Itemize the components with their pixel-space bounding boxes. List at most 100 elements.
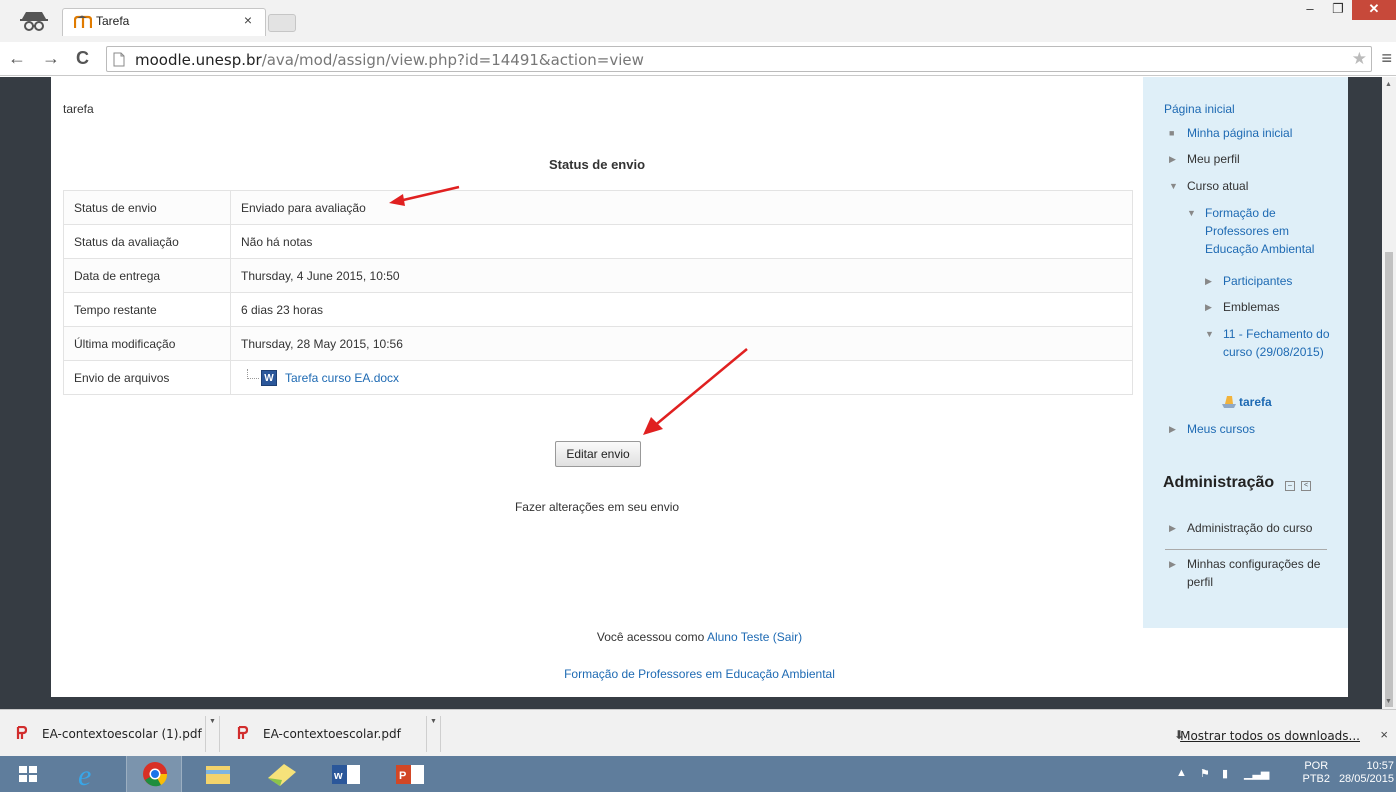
activity-name: tarefa [63,102,94,116]
page-scrollbar[interactable]: ▲ ▼ [1382,77,1396,709]
collapse-block-icon[interactable]: – [1285,480,1295,491]
url-text: moodle.unesp.br/ava/mod/assign/view.php?… [135,51,644,69]
sidebar-item-label: Administração do curso [1187,521,1313,535]
nav-home-link[interactable]: Página inicial [1164,102,1235,116]
network-signal-icon[interactable]: ▁▃▅ [1244,767,1269,780]
power-icon[interactable]: ▮ [1222,767,1228,780]
internet-explorer-icon[interactable]: e [62,756,118,792]
windows-start-icon[interactable] [6,756,50,792]
forward-icon[interactable]: → [42,48,60,69]
sidebar-item-label: Participantes [1223,274,1293,288]
restore-button[interactable]: ❐ [1324,0,1352,20]
row-label: Data de entrega [63,258,231,293]
clock-time: 10:57 [1366,760,1394,772]
scroll-down-icon[interactable]: ▼ [1385,698,1392,705]
powerpoint-icon[interactable]: P [382,756,438,792]
table-row: Status de envio Enviado para avaliação [63,190,1133,225]
submitted-file-link[interactable]: Tarefa curso EA.docx [285,371,399,385]
download-filename: EA-contextoescolar.pdf [263,727,401,741]
clock-date: 28/05/2015 [1338,773,1394,785]
main-content: tarefa Status de envio Status de envio E… [51,77,1143,697]
keyboard-layout: PTB2 [1302,773,1330,785]
new-tab-button[interactable] [268,14,296,32]
action-center-flag-icon[interactable]: ⚑ [1200,767,1210,780]
row-value: Não há notas [230,224,1133,259]
table-row: Tempo restante 6 dias 23 horas [63,292,1133,327]
sidebar-item-label: Curso atual [1187,179,1249,193]
browser-tab-strip: Tarefa × – ❐ ✕ [0,0,1396,42]
administration-heading: Administração [1163,474,1275,491]
navigation-sidebar: Página inicial ■ Minha página inicial ▶ … [1143,77,1348,628]
tab-tarefa[interactable]: Tarefa × [62,8,266,36]
windows-taskbar: e w P ▲ ⚑ ▮ ▁▃▅ POR PTB2 10:57 28/05/201… [0,756,1396,792]
reload-icon[interactable]: C [76,48,89,69]
system-tray: ▲ ⚑ ▮ ▁▃▅ POR PTB2 10:57 28/05/2015 [1166,756,1396,792]
assignment-icon [1222,396,1236,408]
input-language-indicator[interactable]: POR PTB2 [1302,760,1330,786]
chrome-taskbar-button[interactable] [126,756,182,792]
file-explorer-icon[interactable] [190,756,246,792]
chrome-menu-icon[interactable]: ≡ [1381,48,1392,69]
row-label: Envio de arquivos [63,360,231,395]
table-row: Status da avaliação Não há notas [63,224,1133,259]
close-window-button[interactable]: ✕ [1352,0,1396,20]
row-label: Status de envio [63,190,231,225]
incognito-icon [20,12,48,31]
expand-arrow-icon: ▶ [1169,154,1176,164]
chrome-icon [143,762,168,787]
dock-block-icon[interactable]: < [1301,480,1311,491]
chevron-down-icon[interactable]: ▼ [426,716,440,752]
tab-close-button[interactable]: × [244,12,252,28]
tree-connector [247,368,259,379]
sidebar-item-label: Minha página inicial [1187,126,1293,140]
edit-submission-button[interactable]: Editar envio [555,441,641,467]
tab-title: Tarefa [96,14,130,28]
window-controls: – ❐ ✕ [1296,0,1396,20]
word-document-icon: W [261,369,277,386]
downloads-bar: EA-contextoescolar (1).pdf ▼ EA-contexto… [0,709,1396,756]
pdf-icon [16,726,28,739]
chevron-down-icon[interactable]: ▼ [205,716,219,752]
sticky-notes-icon[interactable] [254,756,310,792]
collapse-arrow-icon: ▼ [1169,181,1178,191]
submission-status-table: Status de envio Enviado para avaliação S… [63,190,1133,395]
table-row: Última modificação Thursday, 28 May 2015… [63,326,1133,361]
table-row: Data de entrega Thursday, 4 June 2015, 1… [63,258,1133,293]
expand-arrow-icon: ▶ [1169,559,1176,569]
word-icon[interactable]: w [318,756,374,792]
divider [1165,549,1327,550]
svg-text:w: w [333,770,343,782]
sidebar-item-label: tarefa [1239,395,1272,409]
show-all-downloads-link[interactable]: Mostrar todos os downloads... [1180,729,1360,743]
scroll-up-icon[interactable]: ▲ [1385,81,1392,88]
table-row: Envio de arquivos W Tarefa curso EA.docx [63,360,1133,395]
row-label: Status da avaliação [63,224,231,259]
logged-in-prefix: Você acessou como [596,630,707,644]
collapse-arrow-icon: ▼ [1205,329,1214,339]
bullet-icon: ■ [1169,128,1175,138]
row-value: 6 dias 23 horas [230,292,1133,327]
sidebar-item-label: Meu perfil [1187,152,1240,166]
url-bar[interactable]: moodle.unesp.br/ava/mod/assign/view.php?… [106,46,1372,72]
minimize-button[interactable]: – [1296,0,1324,20]
bookmark-star-icon[interactable]: ★ [1352,49,1367,69]
row-value: Thursday, 4 June 2015, 10:50 [230,258,1133,293]
footer-course-link[interactable]: Formação de Professores em Educação Ambi… [564,667,835,681]
show-hidden-icons-icon[interactable]: ▲ [1176,767,1187,779]
footer-course-line: Formação de Professores em Educação Ambi… [51,667,1348,681]
logout-link[interactable]: (Sair) [773,630,802,644]
close-downloads-button[interactable]: × [1380,727,1388,742]
system-clock[interactable]: 10:57 28/05/2015 [1339,760,1394,786]
scrollbar-thumb[interactable] [1385,252,1393,707]
user-profile-link[interactable]: Aluno Teste [707,630,770,644]
download-item[interactable]: EA-contextoescolar.pdf ▼ [227,716,441,752]
page-icon [113,52,125,67]
logged-in-info: Você acessou como Aluno Teste (Sair) [51,630,1348,644]
download-item[interactable]: EA-contextoescolar (1).pdf ▼ [6,716,220,752]
back-icon[interactable]: ← [8,48,26,69]
sidebar-item-label: Minhas configurações de perfil [1187,557,1321,589]
annotation-arrow-icon [643,348,748,435]
annotation-arrow-icon [389,185,460,206]
row-label: Última modificação [63,326,231,361]
download-filename: EA-contextoescolar (1).pdf [42,727,202,741]
